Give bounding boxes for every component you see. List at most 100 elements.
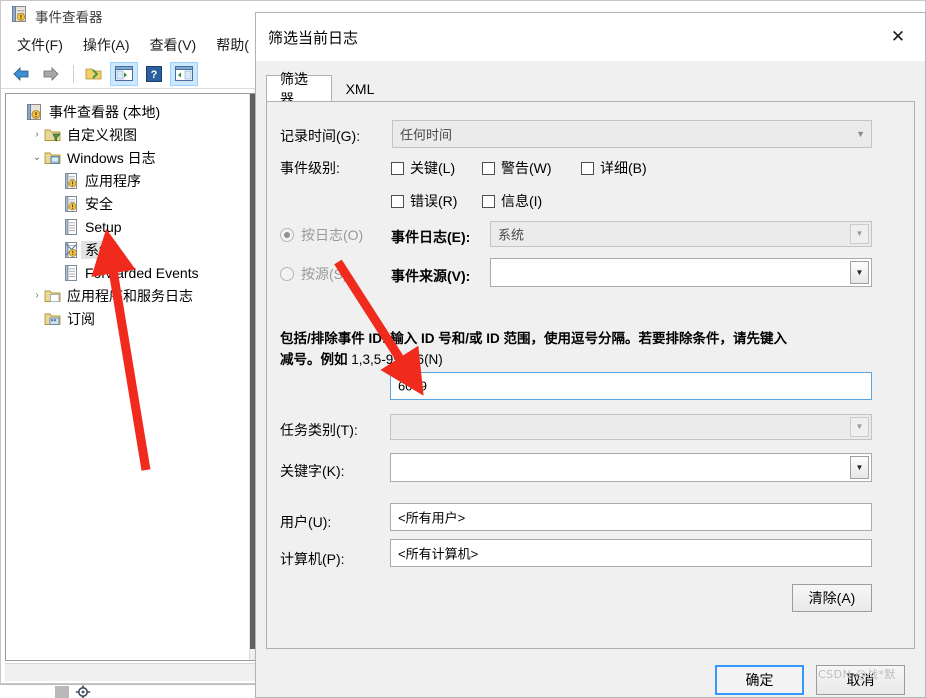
menu-help[interactable]: 帮助(	[206, 31, 259, 59]
tab-xml[interactable]: XML	[332, 75, 388, 102]
tree-item-6[interactable]: 系统	[12, 238, 246, 261]
tree-item-3[interactable]: 应用程序	[12, 169, 246, 192]
plain-log-icon	[62, 218, 80, 235]
user-value: <所有用户>	[398, 510, 466, 526]
tree-item-label: 系统	[81, 240, 117, 259]
tree-item-label: 事件查看器 (本地)	[49, 103, 161, 120]
event-log-combo[interactable]: 系统 ▼	[490, 221, 872, 247]
event-source-combo[interactable]: ▼	[490, 258, 872, 287]
open-folder-icon	[85, 68, 102, 79]
clear-button[interactable]: 清除(A)	[792, 584, 872, 612]
checkbox-error-label: 错误(R)	[410, 193, 458, 209]
forward-button[interactable]	[37, 62, 65, 86]
radio-by-source-label: 按源(S)	[301, 266, 348, 282]
tree-item-label: 安全	[85, 195, 113, 212]
show-hide-action-pane-button[interactable]	[170, 61, 198, 86]
logged-value: 任何时间	[400, 127, 453, 143]
tree-item-7[interactable]: Forwarded Events	[12, 261, 246, 284]
tab-filter[interactable]: 筛选器	[266, 71, 332, 107]
tree-item-0[interactable]: 事件查看器 (本地)	[12, 100, 246, 123]
task-category-combo[interactable]: ▼	[390, 414, 872, 440]
tree-item-4[interactable]: 安全	[12, 192, 246, 215]
computer-label-text: 计算机(P):	[280, 551, 345, 567]
checkbox-error[interactable]: 错误(R)	[391, 191, 457, 211]
radio-by-log-label: 按日志(O)	[301, 227, 364, 243]
event-id-help-example: 1,3,5-99,-76(N)	[351, 351, 443, 367]
console-tree-pane[interactable]: 事件查看器 (本地) › 自定义视图 ⌄ Windows 日志应用程序安全 Setup 系统…	[5, 93, 259, 661]
logged-combo[interactable]: 任何时间 ▼	[392, 120, 872, 148]
taskbar-app-icon[interactable]	[75, 685, 91, 698]
close-button[interactable]: ✕	[875, 19, 921, 53]
tree-item-label: Forwarded Events	[85, 264, 199, 281]
close-icon: ✕	[890, 26, 906, 46]
ok-button[interactable]: 确定	[715, 665, 804, 695]
logged-label-text: 记录时间(G):	[280, 128, 361, 144]
cancel-button[interactable]: 取消	[816, 665, 905, 695]
tree-item-5[interactable]: Setup	[12, 215, 246, 238]
menu-view[interactable]: 查看(V)	[140, 31, 207, 59]
show-hide-console-tree-button[interactable]	[110, 61, 138, 86]
back-arrow-icon	[13, 66, 29, 81]
chevron-down-icon: ▼	[855, 229, 864, 238]
event-level-label-text: 事件级别:	[280, 160, 340, 176]
app-services-folder-icon	[44, 288, 62, 304]
tree-item-label: Setup	[85, 218, 122, 235]
computer-input[interactable]: <所有计算机>	[390, 539, 872, 567]
show-hide-console-tree-icon	[115, 66, 133, 81]
user-label: 用户(U):	[280, 512, 331, 532]
event-id-input[interactable]: 6009	[390, 372, 872, 400]
tree-item-label: 订阅	[67, 310, 95, 327]
event-viewer-icon	[11, 5, 27, 27]
event-id-help-line2-prefix: 减号。例如	[280, 351, 352, 367]
logged-label: 记录时间(G):	[280, 126, 360, 146]
chevron-down-icon: ▼	[855, 267, 864, 277]
menu-file[interactable]: 文件(F)	[7, 31, 73, 59]
event-log-dropdown-button[interactable]: ▼	[850, 224, 869, 244]
user-input[interactable]: <所有用户>	[390, 503, 872, 531]
checkbox-information-label: 信息(I)	[501, 193, 543, 209]
checkbox-verbose[interactable]: 详细(B)	[581, 158, 647, 178]
event-viewer-icon	[26, 103, 44, 120]
checkbox-verbose-label: 详细(B)	[600, 160, 647, 176]
checkbox-critical[interactable]: 关键(L)	[391, 158, 455, 178]
collapse-chevron-icon[interactable]: ⌄	[30, 152, 44, 163]
radio-by-source[interactable]: 按源(S)	[280, 264, 348, 284]
checkbox-warning-box	[482, 161, 495, 175]
window-title: 事件查看器	[35, 10, 103, 25]
back-button[interactable]	[7, 62, 35, 86]
radio-by-log[interactable]: 按日志(O)	[280, 225, 363, 245]
tab-strip: 筛选器 XML	[266, 71, 915, 107]
expand-chevron-icon[interactable]: ›	[30, 290, 44, 301]
tree-item-9[interactable]: 订阅	[12, 307, 246, 330]
cancel-button-label: 取消	[846, 672, 875, 688]
toolbar-separator	[73, 64, 74, 83]
filter-tab-content: 记录时间(G): 任何时间 ▼ 事件级别: 关键(L) 警告(W) 详细(B) …	[269, 104, 912, 646]
tree-item-label: Windows 日志	[67, 149, 156, 166]
checkbox-information[interactable]: 信息(I)	[482, 191, 542, 211]
custom-views-folder-icon	[44, 127, 62, 143]
ok-button-label: 确定	[745, 672, 774, 688]
event-log-label: 事件日志(E):	[391, 227, 470, 247]
tree-item-label: 应用程序和服务日志	[67, 287, 193, 304]
event-source-label: 事件来源(V):	[391, 266, 470, 286]
event-source-dropdown-button[interactable]: ▼	[850, 261, 869, 284]
keywords-label-text: 关键字(K):	[280, 463, 345, 479]
event-id-value: 6009	[398, 378, 427, 394]
log-icon	[62, 172, 80, 189]
menu-action[interactable]: 操作(A)	[73, 31, 140, 59]
tree-item-8[interactable]: › 应用程序和服务日志	[12, 284, 246, 307]
keywords-dropdown-button[interactable]: ▼	[850, 456, 869, 479]
open-saved-log-button[interactable]	[80, 62, 108, 86]
chevron-down-icon: ▼	[856, 129, 865, 139]
help-button[interactable]: ?	[140, 62, 168, 86]
task-category-label-text: 任务类别(T):	[280, 422, 358, 438]
tree-item-2[interactable]: ⌄ Windows 日志	[12, 146, 246, 169]
expand-chevron-icon[interactable]: ›	[30, 129, 44, 140]
keywords-combo[interactable]: ▼	[390, 453, 872, 482]
taskbar-tile[interactable]	[55, 686, 69, 698]
chevron-down-icon: ▼	[855, 422, 864, 431]
checkbox-warning[interactable]: 警告(W)	[482, 158, 552, 178]
computer-label: 计算机(P):	[280, 549, 345, 569]
task-category-dropdown-button[interactable]: ▼	[850, 417, 869, 437]
tree-item-1[interactable]: › 自定义视图	[12, 123, 246, 146]
